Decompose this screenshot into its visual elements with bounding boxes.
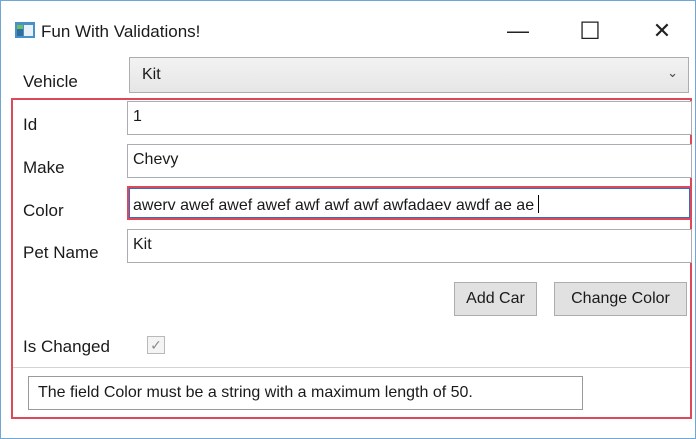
close-icon: ✕ — [652, 18, 672, 43]
vehicle-label: Vehicle — [23, 72, 78, 91]
id-value: 1 — [133, 108, 142, 125]
make-value: Chevy — [133, 151, 179, 168]
window-title: Fun With Validations! — [41, 22, 201, 41]
id-field[interactable]: 1 — [127, 101, 692, 135]
vehicle-combobox[interactable]: Kit ⌄ — [129, 57, 689, 93]
app-window: Fun With Validations! — ☐ ✕ Vehicle Kit … — [0, 0, 696, 439]
color-value: awerv awef awef awef awf awf awf awfadae… — [133, 197, 535, 214]
is-changed-checkbox[interactable]: ✓ — [147, 336, 165, 354]
minimize-button[interactable]: — — [495, 15, 541, 47]
chevron-down-icon[interactable]: ⌄ — [667, 65, 678, 81]
divider — [13, 367, 690, 368]
pet-name-field[interactable]: Kit — [127, 229, 692, 263]
title-bar[interactable]: Fun With Validations! — ☐ ✕ — [1, 1, 695, 49]
maximize-icon: ☐ — [579, 17, 601, 45]
close-button[interactable]: ✕ — [639, 15, 685, 47]
window-app-icon — [15, 22, 35, 38]
vehicle-selected-value: Kit — [142, 66, 161, 83]
minimize-icon: — — [507, 18, 529, 43]
make-field[interactable]: Chevy — [127, 144, 692, 178]
color-label: Color — [23, 201, 64, 220]
text-caret — [538, 195, 540, 213]
make-label: Make — [23, 158, 65, 177]
id-label: Id — [23, 115, 38, 134]
pet-name-value: Kit — [133, 236, 152, 253]
change-color-button[interactable]: Change Color — [554, 282, 687, 316]
is-changed-label: Is Changed — [23, 337, 110, 356]
maximize-button[interactable]: ☐ — [567, 15, 613, 47]
checkmark-icon: ✓ — [150, 336, 162, 353]
validation-summary-message: The field Color must be a string with a … — [38, 384, 473, 401]
pet-name-label: Pet Name — [23, 243, 99, 262]
validation-summary: The field Color must be a string with a … — [28, 376, 583, 410]
color-field[interactable]: awerv awef awef awef awf awf awf awfadae… — [127, 186, 692, 220]
add-car-button[interactable]: Add Car — [454, 282, 537, 316]
